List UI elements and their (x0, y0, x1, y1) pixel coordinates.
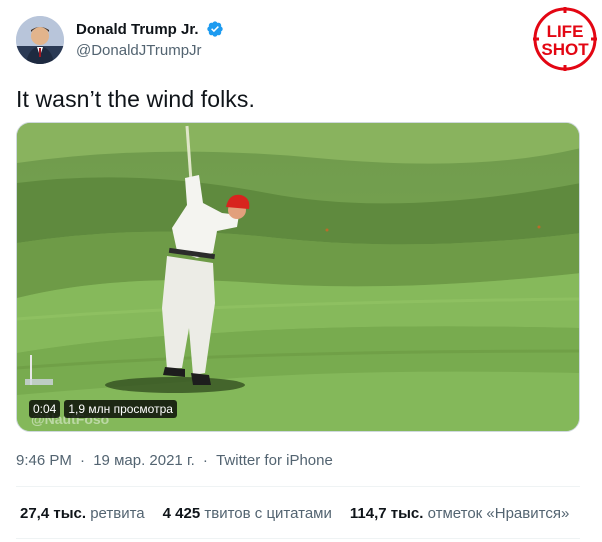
likes-label: отметок «Нравится» (427, 505, 570, 522)
author-name[interactable]: Donald Trump Jr. (76, 21, 199, 38)
meta-separator: · (80, 452, 86, 469)
logo-line2: SHOT (541, 40, 589, 59)
video-thumbnail (17, 123, 579, 431)
video-views-badge: 1,9 млн просмотра (64, 400, 177, 418)
quotes-label: твитов с цитатами (204, 505, 332, 522)
quotes-count: 4 425 (162, 505, 201, 522)
video-badges: 0:04 1,9 млн просмотра (29, 400, 177, 418)
meta-separator-2: · (202, 452, 208, 469)
likes-stat[interactable]: 114,7 тыс. отметок «Нравится» (350, 505, 569, 522)
tweet-source[interactable]: Twitter for iPhone (216, 452, 333, 469)
retweets-count: 27,4 тыс. (20, 505, 87, 522)
verified-badge-icon (207, 21, 223, 37)
lifeshot-logo: LIFE SHOT (532, 6, 598, 72)
retweets-label: ретвита (90, 505, 145, 522)
author-block[interactable]: Donald Trump Jr. @DonaldJTrumpJr (76, 20, 224, 59)
likes-count: 114,7 тыс. (349, 505, 424, 522)
tweet-stats: 27,4 тыс. ретвита 4 425 твитов с цитатам… (20, 505, 569, 522)
quotes-stat[interactable]: 4 425 твитов с цитатами (163, 505, 332, 522)
tweet-date[interactable]: 19 мар. 2021 г. (93, 452, 195, 469)
profile-photo-icon (16, 16, 64, 64)
tweet-time[interactable]: 9:46 PM (16, 452, 72, 469)
logo-line1: LIFE (547, 22, 584, 41)
tweet-meta: 9:46 PM · 19 мар. 2021 г. · Twitter for … (16, 452, 337, 469)
divider-bottom (16, 538, 580, 539)
divider-top (16, 486, 580, 487)
author-handle[interactable]: @DonaldJTrumpJr (76, 42, 224, 59)
retweets-stat[interactable]: 27,4 тыс. ретвита (20, 505, 145, 522)
video-player[interactable]: @NautFoso 0:04 1,9 млн просмотра (16, 122, 580, 432)
video-duration-badge: 0:04 (29, 400, 61, 418)
tweet-text: It wasn’t the wind folks. (16, 86, 255, 112)
avatar[interactable] (16, 16, 64, 64)
